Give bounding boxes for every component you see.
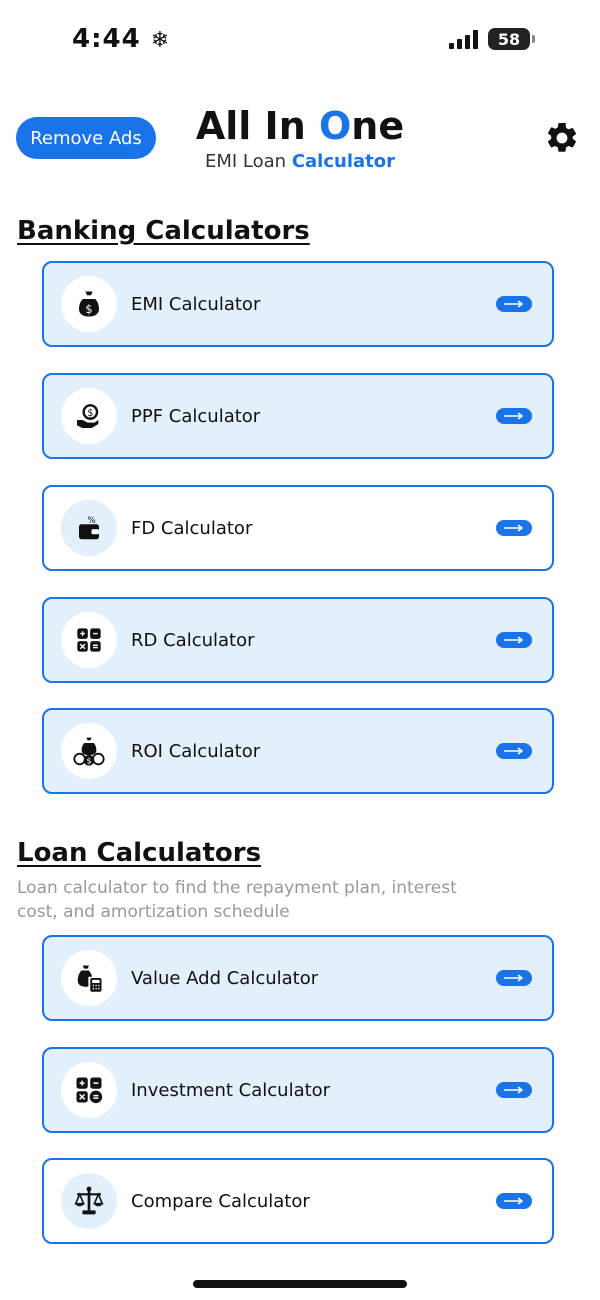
card-label: EMI Calculator — [131, 293, 261, 315]
arrow-right-icon[interactable] — [496, 970, 532, 986]
compare-calculator-card[interactable]: Compare Calculator — [42, 1158, 554, 1244]
arrow-right-icon[interactable] — [496, 408, 532, 424]
card-label: PPF Calculator — [131, 405, 261, 427]
app-subtitle: EMI Loan Calculator — [204, 151, 395, 172]
svg-text:%: % — [87, 516, 95, 526]
money-bags-icon: $ — [61, 723, 117, 779]
fd-calculator-card[interactable]: % FD Calculator — [42, 485, 554, 571]
value-add-calculator-card[interactable]: Value Add Calculator — [42, 935, 554, 1021]
rd-calculator-card[interactable]: RD Calculator — [42, 597, 554, 683]
card-label: Investment Calculator — [131, 1079, 331, 1101]
investment-calculator-card[interactable]: Investment Calculator — [42, 1047, 554, 1133]
cellular-signal-icon — [449, 29, 478, 49]
card-label: Value Add Calculator — [131, 967, 319, 989]
app-title: All In One — [195, 104, 405, 148]
bag-calculator-icon — [61, 950, 117, 1006]
svg-text:$: $ — [86, 757, 91, 766]
loan-section-title: Loan Calculators — [17, 838, 262, 868]
battery-icon: 58 — [488, 28, 535, 50]
card-label: RD Calculator — [131, 629, 255, 651]
roi-calculator-card[interactable]: $ ROI Calculator — [42, 708, 554, 794]
svg-text:$: $ — [87, 408, 93, 419]
status-indicators: 58 — [449, 28, 535, 50]
calculator-grid-icon — [61, 612, 117, 668]
arrow-right-icon[interactable] — [496, 1193, 532, 1209]
svg-text:$: $ — [85, 303, 92, 316]
scale-icon — [61, 1173, 117, 1229]
card-label: FD Calculator — [131, 517, 253, 539]
loan-section-description: Loan calculator to find the repayment pl… — [17, 878, 457, 922]
arrow-right-icon[interactable] — [496, 296, 532, 312]
gear-icon[interactable] — [544, 120, 580, 156]
hand-coin-icon: $ — [61, 388, 117, 444]
money-bag-icon: $ — [61, 276, 117, 332]
status-time: 4:44 ❄ — [72, 24, 171, 54]
wallet-percent-icon: % — [61, 500, 117, 556]
card-label: Compare Calculator — [131, 1190, 310, 1212]
snowflake-icon: ❄ — [150, 28, 171, 53]
battery-level: 58 — [497, 29, 521, 49]
arrow-right-icon[interactable] — [496, 743, 532, 759]
card-label: ROI Calculator — [131, 740, 261, 762]
calculator-equals-icon — [61, 1062, 117, 1118]
arrow-right-icon[interactable] — [496, 1082, 532, 1098]
home-indicator[interactable] — [193, 1280, 407, 1288]
emi-calculator-card[interactable]: $ EMI Calculator — [42, 261, 554, 347]
arrow-right-icon[interactable] — [496, 632, 532, 648]
ppf-calculator-card[interactable]: $ PPF Calculator — [42, 373, 554, 459]
arrow-right-icon[interactable] — [496, 520, 532, 536]
banking-section-title: Banking Calculators — [17, 216, 310, 246]
